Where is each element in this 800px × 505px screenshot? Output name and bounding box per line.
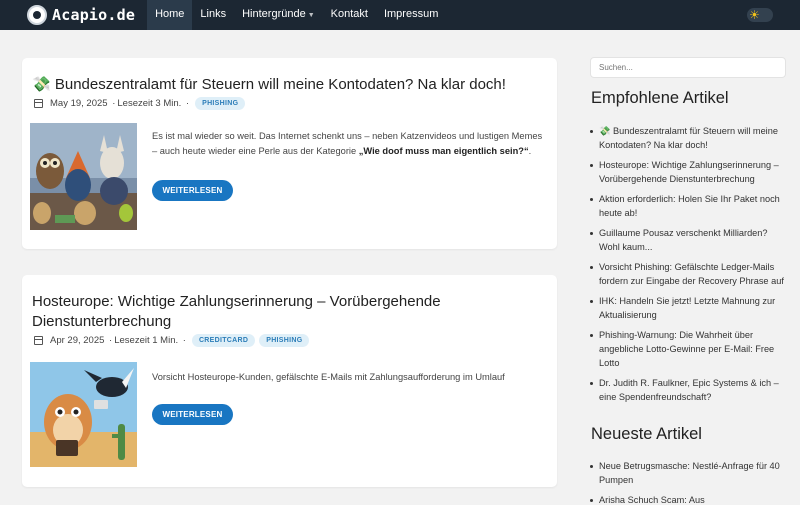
recommended-article-link[interactable]: IHK: Handeln Sie jetzt! Letzte Mahnung z… xyxy=(590,294,790,322)
theme-toggle[interactable]: ☀ xyxy=(747,8,773,22)
nav-background-dropdown[interactable]: Hintergründe ▼ xyxy=(234,0,323,30)
main-nav: Home Links Hintergründe ▼ Kontakt Impress… xyxy=(147,0,446,30)
chevron-down-icon: ▼ xyxy=(307,12,315,19)
meta-separator: · xyxy=(106,335,113,346)
post-excerpt: Vorsicht Hosteurope-Kunden, gefälschte E… xyxy=(152,372,505,382)
calendar-icon xyxy=(34,99,43,108)
post-card: Hosteurope: Wichtige Zahlungserinnerung … xyxy=(22,275,557,487)
recommended-articles-list: 💸 Bundeszentralamt für Steuern will mein… xyxy=(590,124,790,410)
meta-separator: · xyxy=(180,335,186,346)
newest-articles-heading: Neueste Artikel xyxy=(591,425,702,443)
nav-links[interactable]: Links xyxy=(192,0,234,30)
meta-separator: · xyxy=(109,98,116,109)
newest-article-link[interactable]: Arisha Schuch Scam: Aus xyxy=(590,493,790,505)
recommended-article-link[interactable]: 💸 Bundeszentralamt für Steuern will mein… xyxy=(590,124,790,152)
post-meta: May 19, 2025 · Lesezeit 3 Min. · PHISHIN… xyxy=(34,97,246,110)
nav-home[interactable]: Home xyxy=(147,0,193,30)
read-more-button[interactable]: WEITERLESEN xyxy=(152,404,233,425)
post-title[interactable]: 💸 Bundeszentralamt für Steuern will mein… xyxy=(32,75,532,95)
recommended-article-link[interactable]: Phishing-Warnung: Die Wahrheit über ange… xyxy=(590,328,790,370)
post-read-time: Lesezeit 1 Min. xyxy=(114,335,179,346)
brand-link[interactable]: Acapio.de xyxy=(27,0,135,30)
post-thumbnail-image[interactable] xyxy=(30,123,137,230)
recommended-article-link[interactable]: Vorsicht Phishing: Gefälschte Ledger-Mai… xyxy=(590,260,790,288)
recommended-articles-heading: Empfohlene Artikel xyxy=(591,89,729,107)
post-title[interactable]: Hosteurope: Wichtige Zahlungserinnerung … xyxy=(32,292,532,332)
post-meta: Apr 29, 2025 · Lesezeit 1 Min. · CREDITC… xyxy=(34,334,310,347)
recommended-article-link[interactable]: Guillaume Pousaz verschenkt Milliarden? … xyxy=(590,226,790,254)
meta-separator: · xyxy=(183,98,190,109)
calendar-icon xyxy=(34,336,43,345)
sun-icon: ☀ xyxy=(749,8,760,22)
brand-logo-icon xyxy=(27,5,47,25)
post-excerpt-bold: „Wie doof muss man eigentlich sein?“ xyxy=(358,146,529,156)
post-excerpt: Es ist mal wieder so weit. Das Internet … xyxy=(152,129,547,159)
post-excerpt-end: . xyxy=(528,146,532,156)
tag-badge-phishing[interactable]: PHISHING xyxy=(259,334,310,347)
post-date: May 19, 2025 xyxy=(50,98,108,109)
post-date: Apr 29, 2025 xyxy=(50,335,105,346)
nav-background-label: Hintergründe xyxy=(242,8,306,20)
post-thumbnail-image[interactable] xyxy=(30,362,137,467)
recommended-article-link[interactable]: Dr. Judith R. Faulkner, Epic Systems & i… xyxy=(590,376,790,404)
recommended-article-link[interactable]: Hosteurope: Wichtige Zahlungserinnerung … xyxy=(590,158,790,186)
recommended-article-link[interactable]: Aktion erforderlich: Holen Sie Ihr Paket… xyxy=(590,192,790,220)
tag-badge-phishing[interactable]: PHISHING xyxy=(195,97,246,110)
post-card: 💸 Bundeszentralamt für Steuern will mein… xyxy=(22,58,557,249)
brand-name: Acapio.de xyxy=(52,6,136,24)
search-input[interactable] xyxy=(590,57,786,78)
top-navbar: Acapio.de Home Links Hintergründe ▼ Konta… xyxy=(0,0,800,30)
nav-imprint[interactable]: Impressum xyxy=(376,0,446,30)
nav-contact[interactable]: Kontakt xyxy=(323,0,376,30)
post-read-time: Lesezeit 3 Min. xyxy=(117,98,182,109)
tag-badge-creditcard[interactable]: CREDITCARD xyxy=(191,334,256,347)
newest-articles-list: Neue Betrugsmasche: Nestlé-Anfrage für 4… xyxy=(590,459,790,505)
read-more-button[interactable]: WEITERLESEN xyxy=(152,180,233,201)
newest-article-link[interactable]: Neue Betrugsmasche: Nestlé-Anfrage für 4… xyxy=(590,459,790,487)
